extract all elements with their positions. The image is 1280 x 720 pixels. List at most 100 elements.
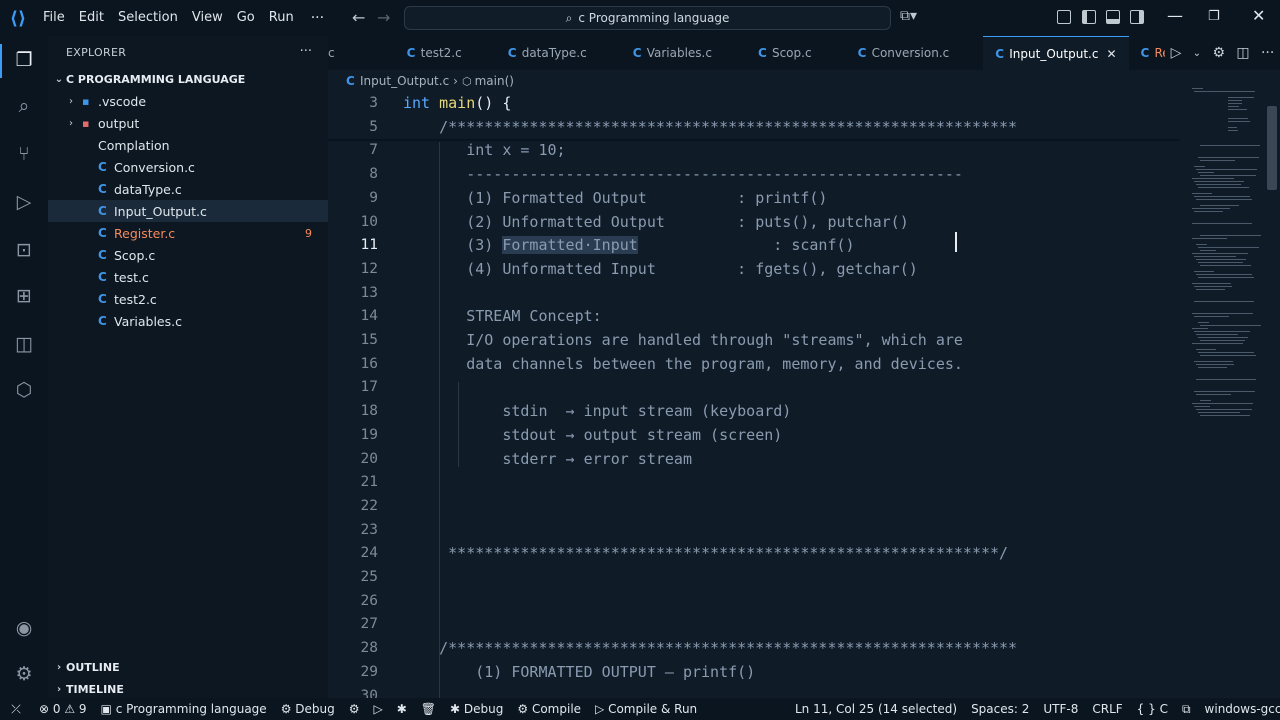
toggle-primary-sidebar-icon[interactable]: [1082, 10, 1096, 24]
arrow-right-icon[interactable]: →: [377, 8, 390, 27]
source-control-icon[interactable]: ⑂: [12, 142, 36, 166]
minimap-line: [1196, 364, 1234, 365]
bug-button[interactable]: ✱: [390, 702, 414, 716]
remote-explorer-icon[interactable]: ⊡: [12, 238, 36, 262]
code-token: STREAM Concept:: [403, 307, 602, 326]
more-actions-icon[interactable]: ···: [300, 44, 312, 59]
line-number: 18: [360, 403, 378, 420]
copilot-status-icon[interactable]: ⧉: [1175, 702, 1198, 717]
tab-scop-c[interactable]: C Scop.c: [746, 36, 846, 70]
encoding[interactable]: UTF-8: [1036, 702, 1085, 716]
toggle-panel-icon[interactable]: [1106, 10, 1120, 24]
code-line: 24 *************************************…: [328, 542, 1228, 566]
outline-section[interactable]: › OUTLINE: [48, 656, 328, 678]
run-button[interactable]: ▷: [367, 702, 390, 716]
tree-item-label: .vscode: [98, 93, 147, 109]
tree-item-label: Complation: [98, 137, 170, 153]
run-debug-icon[interactable]: ▷: [12, 190, 36, 214]
close-icon[interactable]: ✕: [1106, 47, 1116, 61]
tree-item--vscode[interactable]: › ▪ .vscode: [48, 90, 328, 112]
tab-datatype-c[interactable]: CdataType.c: [496, 36, 621, 70]
explorer-icon[interactable]: ❐: [12, 48, 36, 72]
tab-variables-c[interactable]: C Variables.c: [621, 36, 746, 70]
minimap-line: [1194, 256, 1237, 257]
remote-indicator-icon[interactable]: ⤫: [0, 702, 32, 717]
tree-item-conversion-c[interactable]: C Conversion.c: [48, 156, 328, 178]
code-text: (3) Formatted·Input : scanf(): [403, 234, 855, 258]
customize-layout-icon[interactable]: [1057, 10, 1071, 24]
tab-label: test2.c: [420, 46, 462, 60]
gear-icon[interactable]: ⚙: [12, 662, 36, 686]
scrollbar-thumb[interactable]: [1267, 106, 1277, 190]
timeline-section[interactable]: › TIMELINE: [48, 678, 328, 700]
code-line: 10 (2) Unformatted Output : puts(), putc…: [328, 211, 1228, 235]
minimap-line: [1198, 277, 1254, 278]
tree-item-input-output-c[interactable]: C Input_Output.c: [48, 200, 328, 222]
code-editor[interactable]: 3 int main() {5 /************************…: [328, 92, 1280, 698]
arrow-left-icon[interactable]: ←: [352, 8, 365, 27]
tab-input-output-c[interactable]: C Input_Output.c ✕: [983, 36, 1129, 70]
c-file-icon: C: [98, 270, 107, 284]
debug-button[interactable]: ✱ Debug: [443, 702, 510, 716]
command-center-search[interactable]: ⌕ c Programming language: [404, 6, 891, 30]
code-token: stdout → output stream (screen): [403, 425, 783, 444]
tree-item-output[interactable]: › ▪ output: [48, 112, 328, 134]
delete-button[interactable]: 🗑: [414, 702, 443, 716]
compile-run-label: Compile & Run: [608, 702, 698, 716]
menu-selection[interactable]: Selection: [111, 0, 185, 36]
tree-item-variables-c[interactable]: C Variables.c: [48, 310, 328, 332]
minimap-line: [1198, 322, 1209, 323]
debug-config-button[interactable]: ⚙ Debug: [274, 702, 342, 716]
gear-icon[interactable]: ⚙: [1212, 45, 1225, 61]
account-icon[interactable]: ◉: [12, 616, 36, 640]
tab-test2-c[interactable]: Ctest2.c: [395, 36, 496, 70]
menu-file[interactable]: File: [36, 0, 72, 36]
menu-run[interactable]: Run: [262, 0, 301, 36]
tree-item-register-c[interactable]: C Register.c 9: [48, 222, 328, 244]
compiler-indicator[interactable]: windows-gcc-x64: [1198, 702, 1280, 716]
close-icon[interactable]: ✕: [1252, 6, 1265, 25]
more-actions-icon[interactable]: ···: [1261, 45, 1274, 61]
cursor-position[interactable]: Ln 11, Col 25 (14 selected): [788, 702, 964, 716]
minimize-icon[interactable]: —: [1167, 6, 1183, 25]
status-bar: ⤫ ⊗ 0 ⚠ 9 ▣ c Programming language ⚙ Deb…: [0, 698, 1280, 720]
breadcrumb-file[interactable]: Input_Output.c: [360, 74, 449, 88]
tree-item-complation[interactable]: Complation: [48, 134, 328, 156]
tree-item-scop-c[interactable]: C Scop.c: [48, 244, 328, 266]
restore-icon[interactable]: ❐: [1208, 9, 1220, 24]
menu-edit[interactable]: Edit: [72, 0, 111, 36]
menu-view[interactable]: View: [185, 0, 230, 36]
package-icon[interactable]: ⬡: [12, 378, 36, 402]
tree-item-test-c[interactable]: Ctest.c: [48, 266, 328, 288]
tree-item-test2-c[interactable]: Ctest2.c: [48, 288, 328, 310]
problems-indicator[interactable]: ⊗ 0 ⚠ 9: [32, 702, 94, 716]
menu-go[interactable]: Go: [230, 0, 262, 36]
tab-conversion-c[interactable]: C Conversion.c: [846, 36, 984, 70]
code-line: 5 /*************************************…: [328, 115, 1228, 140]
tree-item-label: test.c: [114, 269, 149, 285]
extensions-icon[interactable]: ⊞: [12, 284, 36, 308]
indentation[interactable]: Spaces: 2: [964, 702, 1036, 716]
split-editor-icon[interactable]: ◫: [1236, 45, 1249, 61]
tab-c[interactable]: c: [328, 36, 395, 70]
tree-item-datatype-c[interactable]: CdataType.c: [48, 178, 328, 200]
workspace-section[interactable]: ⌄ C PROGRAMMING LANGUAGE: [48, 68, 328, 90]
menu-more-icon[interactable]: ···: [301, 0, 334, 36]
settings-button[interactable]: ⚙: [342, 702, 367, 716]
search-icon[interactable]: ⌕: [12, 94, 36, 118]
compile-run-button[interactable]: ▷ Compile & Run: [588, 702, 704, 716]
copilot-icon[interactable]: ⧉▾: [900, 8, 917, 24]
language-mode[interactable]: { } C: [1130, 702, 1175, 716]
compile-button[interactable]: ⚙ Compile: [510, 702, 588, 716]
chevron-down-icon[interactable]: ⌄: [1193, 48, 1201, 59]
run-icon[interactable]: ▷: [1171, 45, 1182, 61]
editor-tabs: c Ctest2.c CdataType.c C Variables.c C Scop.c C…: [328, 36, 1280, 70]
project-indicator[interactable]: ▣ c Programming language: [94, 702, 274, 716]
breadcrumb-function[interactable]: main(): [475, 74, 514, 88]
chat-icon[interactable]: ◫: [12, 332, 36, 356]
active-indicator: [0, 44, 2, 78]
line-ending[interactable]: CRLF: [1085, 702, 1129, 716]
toggle-secondary-sidebar-icon[interactable]: [1130, 10, 1144, 24]
minimap-line: [1192, 88, 1203, 89]
code-line: 17: [328, 376, 1228, 400]
